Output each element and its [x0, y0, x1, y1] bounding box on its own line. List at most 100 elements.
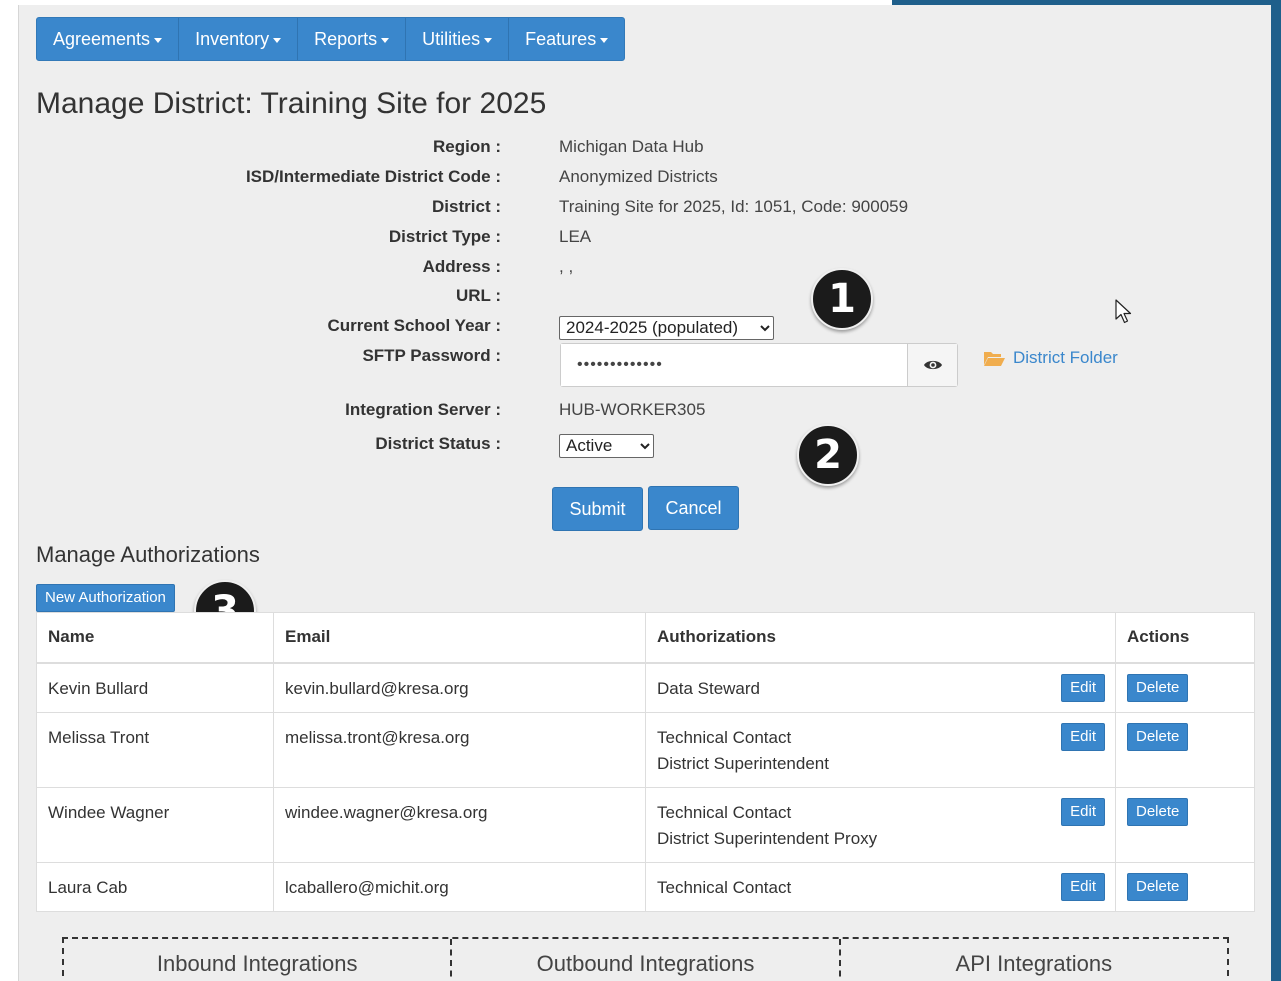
- cell-email: windee.wagner@kresa.org: [273, 786, 646, 863]
- authorization-line: Technical Contact: [657, 802, 792, 822]
- window-frame-accent-right: [1271, 0, 1281, 981]
- folder-open-icon: [984, 351, 1005, 366]
- nav-label: Utilities: [422, 29, 481, 49]
- authorizations-table: Name Email Authorizations Actions Kevin …: [36, 612, 1255, 912]
- caret-down-icon: [600, 37, 609, 43]
- new-authorization-button[interactable]: New Authorization: [36, 584, 175, 612]
- tab-api-integrations[interactable]: API Integrations: [841, 939, 1227, 981]
- table-row: Laura Cab lcaballero@michit.org Technica…: [36, 861, 1255, 912]
- table-row: Windee Wagner windee.wagner@kresa.org Te…: [36, 786, 1255, 863]
- callout-badge-1: 1: [811, 268, 873, 330]
- district-status-select[interactable]: Active: [559, 433, 654, 458]
- eye-icon: [923, 360, 942, 370]
- nav-agreements[interactable]: Agreements: [37, 18, 180, 60]
- isd-label: ISD/Intermediate District Code :: [245, 167, 501, 186]
- authorization-line: Data Steward: [657, 678, 760, 698]
- edit-button[interactable]: Edit: [1061, 797, 1105, 826]
- school-year-select[interactable]: 2024-2025 (populated): [559, 315, 774, 340]
- row-district: District : Training Site for 2025, Id: 1…: [19, 193, 1219, 221]
- cell-actions: Delete: [1115, 711, 1255, 788]
- cancel-button[interactable]: Cancel: [648, 486, 739, 530]
- cell-email: melissa.tront@kresa.org: [273, 711, 646, 788]
- authorization-line: District Superintendent: [657, 753, 829, 773]
- caret-down-icon: [381, 37, 390, 43]
- delete-button[interactable]: Delete: [1127, 797, 1189, 826]
- table-row: Kevin Bullard kevin.bullard@kresa.org Da…: [36, 662, 1255, 713]
- district-label: District :: [432, 197, 501, 216]
- district-value: Training Site for 2025, Id: 1051, Code: …: [559, 197, 909, 216]
- submit-button[interactable]: Submit: [552, 487, 643, 531]
- cell-authorizations: Technical Contact Edit: [645, 861, 1116, 912]
- address-value: , ,: [559, 257, 574, 276]
- cell-email: lcaballero@michit.org: [273, 861, 646, 912]
- school-year-label: Current School Year :: [327, 316, 501, 335]
- row-address: Address : , ,: [19, 253, 1219, 281]
- integration-value: HUB-WORKER305: [559, 400, 706, 419]
- nav-label: Features: [525, 29, 597, 49]
- row-integration: Integration Server : HUB-WORKER305: [19, 396, 1219, 424]
- status-label: District Status :: [375, 434, 501, 453]
- delete-button[interactable]: Delete: [1127, 673, 1189, 702]
- page-title: Manage District: Training Site for 2025: [36, 87, 547, 120]
- row-url: URL :: [19, 282, 1219, 310]
- row-status: District Status : Active: [19, 430, 1219, 458]
- nav-label: Agreements: [53, 29, 151, 49]
- row-district-type: District Type : LEA: [19, 223, 1219, 251]
- nav-reports[interactable]: Reports: [298, 18, 407, 60]
- region-label: Region :: [433, 137, 501, 156]
- row-isd: ISD/Intermediate District Code : Anonymi…: [19, 163, 1219, 191]
- show-password-button[interactable]: [907, 344, 957, 386]
- cell-name: Laura Cab: [36, 861, 274, 912]
- mouse-pointer-icon: [1115, 299, 1132, 324]
- delete-button[interactable]: Delete: [1127, 722, 1189, 751]
- district-folder-label: District Folder: [1013, 348, 1118, 367]
- sftp-password-input[interactable]: [561, 344, 907, 386]
- cell-authorizations: Data Steward Edit: [645, 662, 1116, 713]
- callout-badge-2: 2: [797, 424, 859, 486]
- cell-actions: Delete: [1115, 861, 1255, 912]
- status-select-wrap: Active: [559, 432, 654, 460]
- nav-inventory[interactable]: Inventory: [179, 18, 299, 60]
- authorization-line: Technical Contact: [657, 877, 792, 897]
- tab-inbound-integrations[interactable]: Inbound Integrations: [64, 939, 453, 981]
- authorization-line: District Superintendent Proxy: [657, 828, 878, 848]
- caret-down-icon: [154, 37, 163, 43]
- district-type-label: District Type :: [388, 227, 501, 246]
- nav-utilities[interactable]: Utilities: [406, 18, 510, 60]
- top-navbar: Agreements Inventory Reports Utilities F…: [36, 17, 626, 61]
- table-row: Melissa Tront melissa.tront@kresa.org Te…: [36, 711, 1255, 788]
- col-header-actions: Actions: [1115, 612, 1255, 664]
- tab-outbound-integrations[interactable]: Outbound Integrations: [452, 939, 841, 981]
- sftp-label: SFTP Password :: [362, 346, 501, 365]
- edit-button[interactable]: Edit: [1061, 872, 1105, 901]
- manage-authorizations-title: Manage Authorizations: [36, 542, 260, 567]
- nav-label: Reports: [314, 29, 378, 49]
- col-header-email: Email: [273, 612, 646, 664]
- cell-email: kevin.bullard@kresa.org: [273, 662, 646, 713]
- cell-actions: Delete: [1115, 662, 1255, 713]
- edit-button[interactable]: Edit: [1061, 722, 1105, 751]
- col-header-name: Name: [36, 612, 274, 664]
- region-value: Michigan Data Hub: [559, 137, 704, 156]
- cell-name: Melissa Tront: [36, 711, 274, 788]
- integration-tabs: Inbound Integrations Outbound Integratio…: [62, 937, 1229, 981]
- integration-label: Integration Server :: [345, 400, 501, 419]
- cell-name: Kevin Bullard: [36, 662, 274, 713]
- col-header-authorizations: Authorizations: [645, 612, 1116, 664]
- school-year-select-wrap: 2024-2025 (populated): [559, 314, 774, 342]
- district-folder-link[interactable]: District Folder: [983, 345, 1118, 371]
- address-label: Address :: [422, 257, 501, 276]
- row-school-year: Current School Year : 2024-2025 (populat…: [19, 312, 1219, 340]
- nav-features[interactable]: Features: [509, 18, 624, 60]
- delete-button[interactable]: Delete: [1127, 872, 1189, 901]
- edit-button[interactable]: Edit: [1061, 673, 1105, 702]
- cell-authorizations: Technical Contact District Superintenden…: [645, 786, 1116, 863]
- url-label: URL :: [455, 286, 501, 305]
- cell-actions: Delete: [1115, 786, 1255, 863]
- isd-value: Anonymized Districts: [559, 167, 718, 186]
- caret-down-icon: [273, 37, 282, 43]
- table-header-row: Name Email Authorizations Actions: [36, 612, 1255, 664]
- nav-label: Inventory: [195, 29, 270, 49]
- cell-authorizations: Technical Contact District Superintenden…: [645, 711, 1116, 788]
- caret-down-icon: [484, 37, 493, 43]
